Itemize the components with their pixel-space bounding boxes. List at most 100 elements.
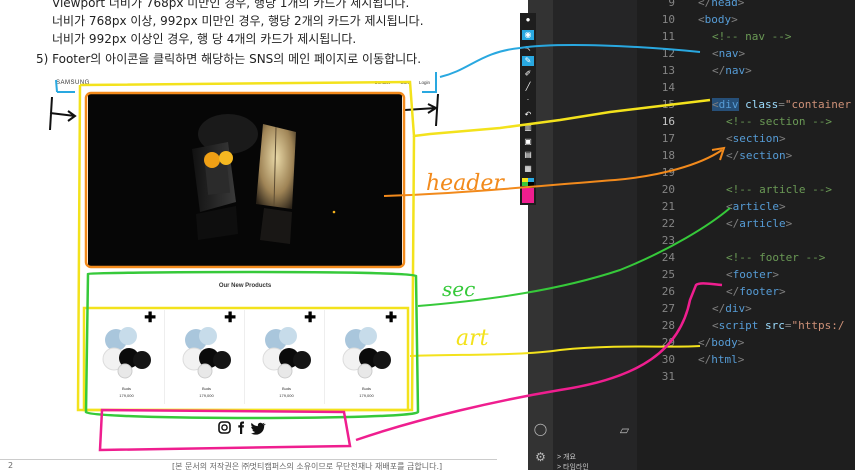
line-number: 24 (661, 251, 675, 264)
code-line: <nav> (712, 47, 746, 60)
mock-logo: SAMSUNG (56, 80, 90, 86)
undo-icon[interactable]: ↶ (522, 110, 534, 120)
highlighter-icon[interactable]: ✎ (522, 56, 534, 66)
line-number: 26 (661, 285, 675, 298)
timeline-section[interactable]: > 타임라인 (557, 462, 589, 470)
mock-footer (50, 420, 440, 440)
code-line: <section> (726, 132, 786, 145)
mock-hero-image (88, 94, 402, 266)
social-icons (218, 421, 266, 435)
line-number: 27 (661, 302, 675, 315)
code-line: <article> (726, 200, 786, 213)
doc-line-3: 너비가 992px 이상인 경우, 행 당 4개의 카드가 제시됩니다. (52, 32, 357, 46)
facebook-icon[interactable] (238, 421, 244, 435)
line-number: 17 (661, 132, 675, 145)
line-number: 31 (661, 370, 675, 383)
code-editor: ◯ ⚙ ▱ > 개요 > 타임라인 9 10 11 12 13 14 15 16… (528, 0, 855, 470)
code-line: <!-- section --> (726, 115, 832, 128)
page-number: 2 (8, 461, 14, 470)
code-line: <div class="container (712, 98, 852, 111)
code-line: <!-- footer --> (726, 251, 826, 264)
clipboard-icon[interactable]: ▦ (522, 164, 534, 174)
code-line: </div> (712, 302, 752, 315)
line-number: 15 (661, 98, 675, 111)
mock-nav: SAMSUNG Contact Cart Login (50, 72, 440, 92)
twitter-icon[interactable] (250, 422, 266, 435)
line-number: 14 (661, 81, 675, 94)
doc-line-1: Viewport 너비가 768px 미만인 경우, 행당 1개의 카드가 제시… (52, 0, 410, 10)
outline-section[interactable]: > 개요 (557, 452, 576, 462)
line-number: 20 (661, 183, 675, 196)
earbuds-image (342, 327, 391, 379)
mock-link-contact: Contact (374, 80, 390, 85)
doc-line-2: 너비가 768px 이상, 992px 미만인 경우, 행당 2개의 카드가 제… (52, 14, 424, 28)
active-color-swatch[interactable] (522, 188, 534, 203)
code-line: </nav> (712, 64, 752, 77)
marker-icon[interactable]: ✐ (522, 69, 534, 79)
earbuds-image (102, 327, 151, 379)
code-line: <body> (698, 13, 738, 26)
eraser-icon[interactable]: ▱ (617, 423, 632, 438)
code-line: <footer> (726, 268, 779, 281)
product-price: 179,000 (199, 393, 214, 398)
pen-icon[interactable]: ● (522, 15, 534, 25)
doc-footer: 2 [본 문서의 저작권은 ㈜멋티캠퍼스의 소유이므로 무단전재나 재배포를 금… (0, 459, 497, 470)
instagram-icon[interactable] (218, 421, 231, 434)
phone-photo (88, 94, 402, 266)
line-number: 18 (661, 149, 675, 162)
line-number: 29 (661, 336, 675, 349)
mock-card: ✚ Buds 179,000 (328, 310, 405, 404)
product-name: Buds (121, 386, 132, 391)
pointer-icon[interactable]: ↖ (522, 44, 534, 54)
copyright-notice: [본 문서의 저작권은 ㈜멋티캠퍼스의 소유이므로 무단전재나 재배포를 금합니… (172, 462, 443, 470)
line-number-gutter: 9 10 11 12 13 14 15 16 17 18 19 20 21 22… (637, 0, 677, 470)
explorer-panel: ▱ > 개요 > 타임라인 (553, 0, 637, 470)
product-name: Buds (201, 386, 212, 391)
code-line: <!-- nav --> (712, 30, 792, 43)
product-price: 179,000 (119, 393, 134, 398)
mock-card: ✚ Buds 179,000 (88, 310, 165, 404)
line-number: 10 (661, 13, 675, 26)
product-price: 179,000 (279, 393, 294, 398)
mock-section-title: Our New Products (218, 283, 272, 289)
eye-icon[interactable]: ◉ (522, 30, 534, 40)
line-number: 22 (661, 217, 675, 230)
doc-item-5: 5) Footer의 아이콘을 클릭하면 해당하는 SNS의 메인 페이지로 이… (36, 52, 422, 66)
mock-link-cart: Cart (400, 80, 409, 85)
dot-icon[interactable]: · (522, 95, 534, 105)
line-number: 23 (661, 234, 675, 247)
earbuds-image (182, 327, 231, 379)
trash-icon[interactable]: ▥ (522, 123, 534, 133)
code-line: </section> (726, 149, 793, 162)
camera-icon[interactable]: ▣ (522, 137, 534, 147)
line-number-current: 16 (661, 115, 675, 128)
screen: Viewport 너비가 768px 미만인 경우, 행당 1개의 카드가 제시… (0, 0, 855, 470)
product-name: Buds (361, 386, 372, 391)
document-page: Viewport 너비가 768px 미만인 경우, 행당 1개의 카드가 제시… (0, 0, 497, 470)
code-line: </footer> (726, 285, 786, 298)
code-area[interactable]: 9 10 11 12 13 14 15 16 17 18 19 20 21 22… (637, 0, 855, 470)
line-number: 21 (661, 200, 675, 213)
mock-product-grid: ✚ Buds 179,000 ✚ Buds 179,000 ✚ Buds 179… (88, 310, 406, 404)
save-icon[interactable]: ▤ (522, 150, 534, 160)
product-price: 179,000 (359, 393, 374, 398)
line-icon[interactable]: ╱ (522, 82, 534, 92)
mock-nav-links: Contact Cart Login (365, 80, 430, 85)
color-swatch-icon[interactable] (522, 178, 534, 186)
mock-link-login: Login (418, 80, 430, 85)
earbuds-image (262, 327, 311, 379)
mock-card: ✚ Buds 179,000 (248, 310, 325, 404)
line-number: 25 (661, 268, 675, 281)
product-name: Buds (281, 386, 292, 391)
settings-icon[interactable]: ⚙ (533, 450, 548, 465)
line-number: 9 (668, 0, 675, 9)
annotation-toolbar: ● ◉ ↖ ✎ ✐ ╱ · ↶ ▥ ▣ ▤ ▦ (520, 13, 536, 205)
line-number: 13 (661, 64, 675, 77)
code-line: </head> (698, 0, 745, 9)
line-number: 11 (661, 30, 675, 43)
line-number: 28 (661, 319, 675, 332)
code-line: </article> (726, 217, 793, 230)
account-icon[interactable]: ◯ (533, 422, 548, 437)
code-line: <!-- article --> (726, 183, 832, 196)
website-mockup: SAMSUNG Contact Cart Login Our New Produ… (50, 72, 440, 442)
